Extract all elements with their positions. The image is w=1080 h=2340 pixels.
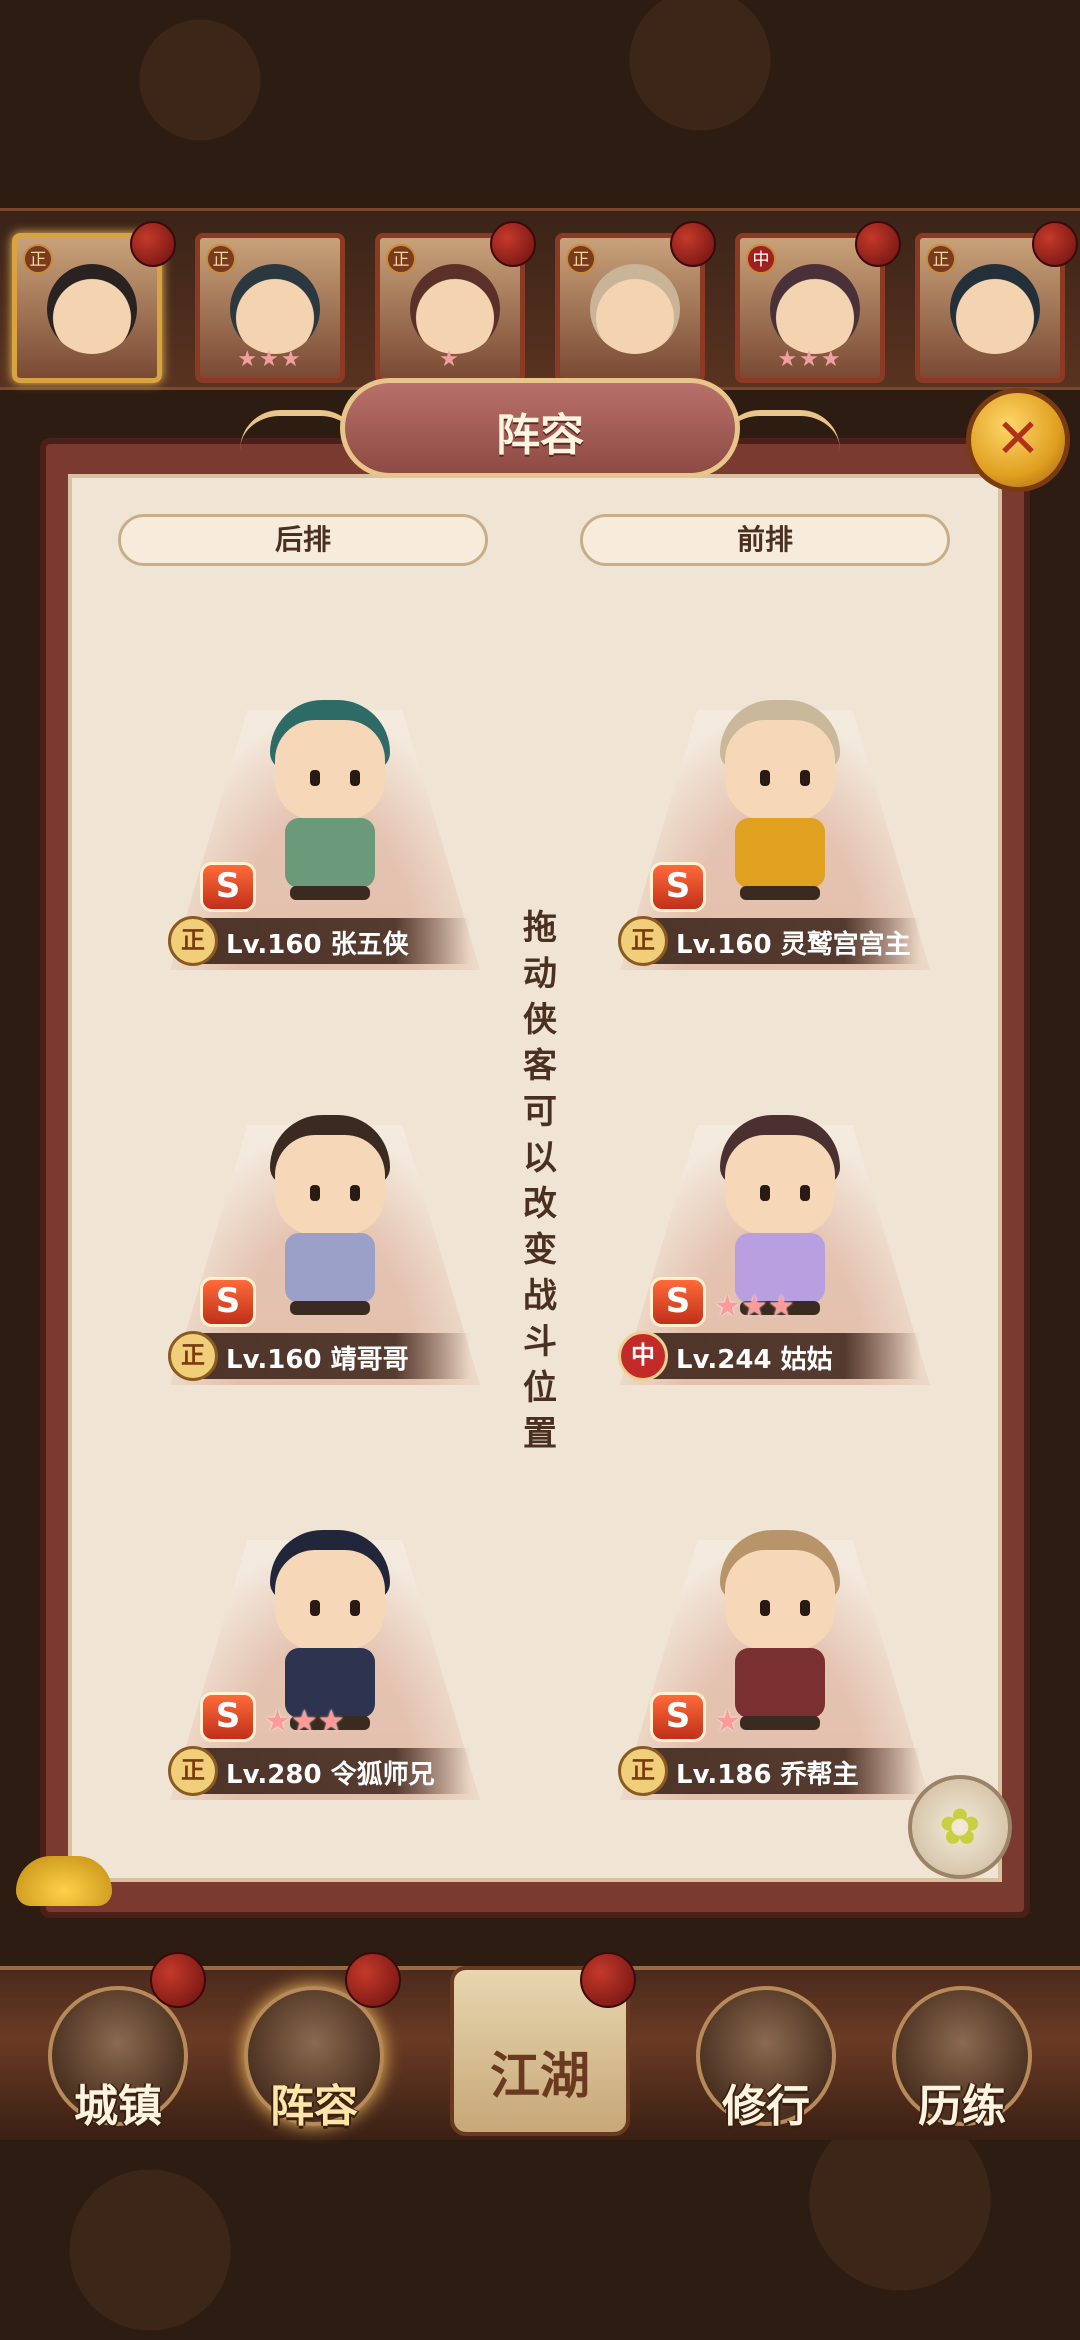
notification-dot (670, 221, 716, 267)
hero-name: 靖哥哥 (330, 1345, 409, 1375)
hero-portrait (770, 264, 860, 354)
nav-jianghu-label: 江湖 (490, 2047, 590, 2105)
hero-sprite[interactable] (260, 1530, 400, 1730)
hero-name-bar: 正 Lv.160 灵鹫宫宫主 (618, 916, 920, 966)
hero-name: 灵鹫宫宫主 (780, 930, 911, 960)
faction-tag: 正 (926, 244, 956, 274)
faction-badge: 中 (618, 1331, 668, 1381)
roster-hero-card[interactable]: 正 ★★★ (195, 233, 345, 383)
faction-badge: 正 (618, 1746, 668, 1796)
hero-portrait (950, 264, 1040, 354)
faction-badge: 正 (168, 1331, 218, 1381)
nav-town-label: 城镇 (74, 2081, 162, 2132)
hero-level: Lv.160 (226, 930, 322, 960)
star-rating: ★★★ (264, 1704, 345, 1739)
star-rating: ★ (714, 1704, 741, 1739)
notification-dot (130, 221, 176, 267)
drag-hint-text: 拖动侠客可以改变战斗位置 (523, 908, 557, 1454)
star-rating: ★★★ (714, 1289, 795, 1324)
faction-badge: 正 (618, 916, 668, 966)
hero-level: Lv.160 (676, 930, 772, 960)
hero-portrait (410, 264, 500, 354)
hero-portrait (590, 264, 680, 354)
rank-badge: S (200, 1692, 256, 1742)
hero-name: 乔帮主 (780, 1760, 859, 1790)
formation-fan-button[interactable]: ✿ (908, 1775, 1012, 1879)
star-rating: ★★★ (237, 347, 303, 372)
hero-slot-back-1[interactable]: S 正 Lv.160 张五侠 (168, 670, 480, 1000)
hero-name-bar: 中 Lv.244 姑姑 (618, 1331, 920, 1381)
hero-name: 张五侠 (330, 930, 409, 960)
notification-dot (345, 1952, 401, 2008)
gold-ingot-icon (16, 1856, 112, 1906)
rank-badge: S (200, 862, 256, 912)
notification-dot (150, 1952, 206, 2008)
front-row-header: 前排 (580, 514, 950, 566)
faction-tag: 正 (206, 244, 236, 274)
notification-dot (855, 221, 901, 267)
faction-tag: 正 (386, 244, 416, 274)
hero-level: Lv.280 (226, 1760, 322, 1790)
hero-name-bar: 正 Lv.160 靖哥哥 (168, 1331, 470, 1381)
back-row-header: 后排 (118, 514, 488, 566)
fan-icon: ✿ (939, 1798, 981, 1856)
hero-slot-back-3[interactable]: S ★★★ 正 Lv.280 令狐师兄 (168, 1500, 480, 1830)
hero-level: Lv.244 (676, 1345, 772, 1375)
faction-badge: 正 (168, 916, 218, 966)
hero-slot-front-2[interactable]: S ★★★ 中 Lv.244 姑姑 (618, 1085, 930, 1415)
hero-name: 令狐师兄 (330, 1760, 435, 1790)
close-icon: ✕ (995, 407, 1041, 470)
rank-badge: S (650, 862, 706, 912)
panel-title-plate: 阵容 (340, 378, 740, 478)
rank-badge: S (650, 1277, 706, 1327)
hero-sprite[interactable] (260, 700, 400, 900)
rank-badge: S (650, 1692, 706, 1742)
hero-name: 姑姑 (780, 1345, 833, 1375)
rank-badge: S (200, 1277, 256, 1327)
hero-name-bar: 正 Lv.186 乔帮主 (618, 1746, 920, 1796)
notification-dot (1032, 221, 1078, 267)
notification-dot (490, 221, 536, 267)
nav-lineup-label: 阵容 (270, 2081, 358, 2132)
hero-sprite[interactable] (260, 1115, 400, 1315)
hero-slot-front-1[interactable]: S 正 Lv.160 灵鹫宫宫主 (618, 670, 930, 1000)
faction-tag: 正 (23, 244, 53, 274)
faction-tag: 正 (566, 244, 596, 274)
hero-sprite[interactable] (710, 700, 850, 900)
faction-badge: 正 (168, 1746, 218, 1796)
hero-sprite[interactable] (710, 1530, 850, 1730)
hero-roster-strip[interactable]: 正 正 ★★★ 正 ★ 正 中 ★★★ 正 (0, 208, 1080, 390)
hero-level: Lv.186 (676, 1760, 772, 1790)
hero-slot-back-2[interactable]: S 正 Lv.160 靖哥哥 (168, 1085, 480, 1415)
star-rating: ★ (439, 347, 461, 372)
hero-portrait (230, 264, 320, 354)
nav-train-label: 历练 (918, 2081, 1006, 2132)
close-button[interactable]: ✕ (966, 388, 1070, 492)
hero-slot-front-3[interactable]: S ★ 正 Lv.186 乔帮主 (618, 1500, 930, 1830)
hero-portrait (47, 264, 137, 354)
nav-cultivate-label: 修行 (722, 2081, 810, 2132)
panel-title: 阵容 (496, 410, 584, 461)
star-rating: ★★★ (777, 347, 843, 372)
hero-level: Lv.160 (226, 1345, 322, 1375)
faction-tag: 中 (746, 244, 776, 274)
hero-sprite[interactable] (710, 1115, 850, 1315)
hero-name-bar: 正 Lv.280 令狐师兄 (168, 1746, 470, 1796)
notification-dot (580, 1952, 636, 2008)
hero-name-bar: 正 Lv.160 张五侠 (168, 916, 470, 966)
